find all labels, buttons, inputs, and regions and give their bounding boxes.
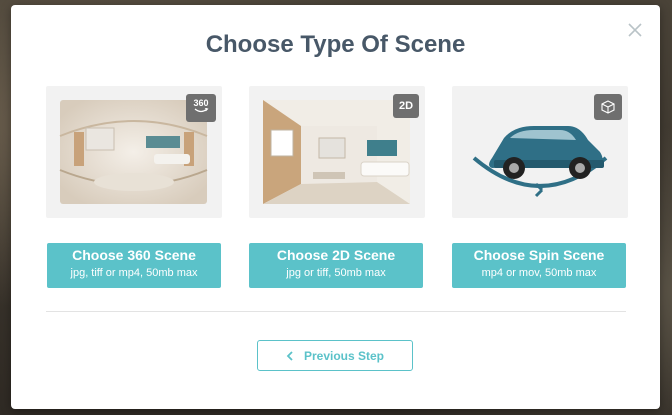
badge-2d-label: 2D: [398, 100, 414, 112]
footer-divider: [46, 311, 626, 312]
choose-spin-scene-button[interactable]: Choose Spin Scene mp4 or mov, 50mb max: [452, 243, 626, 288]
choose-360-scene-button[interactable]: Choose 360 Scene jpg, tiff or mp4, 50mb …: [47, 243, 221, 288]
360-rotate-icon: 360: [186, 94, 216, 122]
chevron-left-icon: [286, 350, 293, 361]
modal-title: Choose Type Of Scene: [205, 31, 466, 58]
scene-spin-preview[interactable]: [452, 86, 628, 218]
choose-2d-scene-button[interactable]: Choose 2D Scene jpg or tiff, 50mb max: [249, 243, 423, 288]
scene-2d-preview[interactable]: 2D: [249, 86, 425, 218]
choose-spin-formats: mp4 or mov, 50mb max: [481, 267, 597, 279]
scene-360-preview[interactable]: 360: [46, 86, 222, 218]
badge-2d: 2D: [393, 94, 419, 118]
choose-360-formats: jpg, tiff or mp4, 50mb max: [70, 267, 198, 279]
previous-step-label: Previous Step: [303, 348, 385, 363]
cube-icon: [594, 94, 622, 120]
previous-step-button[interactable]: Previous Step: [257, 340, 413, 371]
choose-2d-title: Choose 2D Scene: [276, 247, 396, 263]
badge-360-label: 360: [193, 98, 209, 108]
choose-spin-title: Choose Spin Scene: [473, 247, 605, 263]
choose-2d-formats: jpg or tiff, 50mb max: [286, 267, 386, 279]
choose-scene-modal: Choose Type Of Scene 360 Choose 360 Scen…: [11, 5, 660, 409]
choose-360-title: Choose 360 Scene: [72, 247, 196, 263]
